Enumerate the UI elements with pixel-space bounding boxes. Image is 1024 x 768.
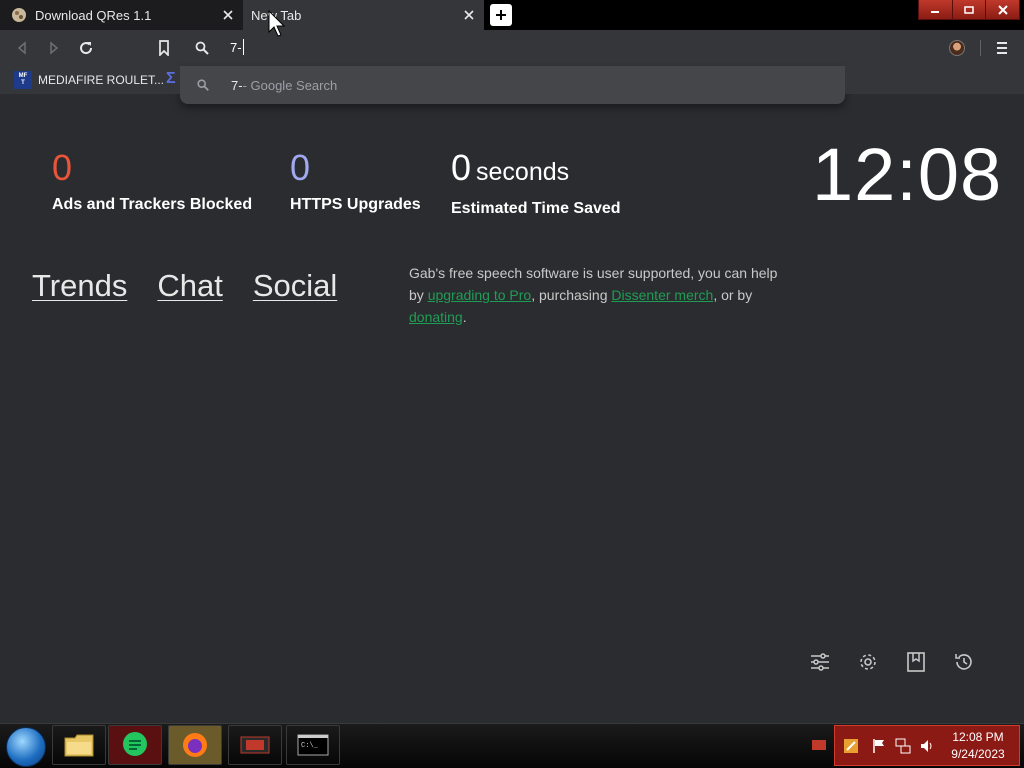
https-label: HTTPS Upgrades [290,196,421,213]
reload-button[interactable] [76,38,96,58]
settings-button[interactable] [856,650,880,674]
mediafire-favicon-icon: MF T [14,71,32,89]
tab-download-qres[interactable]: Download QRes 1.1 [0,0,243,30]
sigma-bookmark-icon[interactable]: Σ [166,70,176,88]
taskbar-clock[interactable]: 12:08 PM 9/24/2023 [935,729,1021,763]
https-count: 0 [290,147,311,188]
new-tab-button[interactable] [490,4,512,26]
search-icon [196,77,212,93]
terminal-icon: C:\_ [297,734,329,756]
suggestion-query: 7- [231,77,243,93]
svg-text:C:\_: C:\_ [301,742,319,750]
taskbar-command-prompt[interactable]: C:\_ [286,725,340,765]
customize-button[interactable] [808,650,832,674]
forward-arrow-icon [50,41,59,55]
minimize-button[interactable] [919,0,953,19]
firefox-icon [183,733,207,757]
taskbar-date: 9/24/2023 [951,747,1005,761]
link-chat[interactable]: Chat [157,268,222,304]
bookmark-mediafire-roulette[interactable]: MF T MEDIAFIRE ROULET... [14,71,164,89]
stat-time-saved: 0 seconds Estimated Time Saved [451,148,621,218]
bookmark-icon [159,40,169,56]
omnibox-suggestions: 7- - Google Search [180,66,845,104]
bookmark-button[interactable] [154,38,174,58]
time-unit: seconds [476,158,570,186]
close-tab-icon[interactable] [219,6,237,24]
mouse-cursor-icon [268,10,286,37]
suggestion-suffix: - Google Search [242,77,338,93]
chat-bubble-icon [123,732,147,756]
gab-links: Trends Chat Social [32,268,337,304]
video-card-icon [240,736,270,754]
plus-icon [496,10,506,20]
sliders-icon [811,653,829,671]
upgrade-pro-link[interactable]: upgrading to Pro [428,287,532,303]
app-tray-icon[interactable] [843,738,859,754]
dissenter-merch-link[interactable]: Dissenter merch [611,287,713,303]
gear-icon [860,654,876,670]
globe-favicon-icon [11,7,27,23]
stat-https-upgrades: 0 HTTPS Upgrades [290,148,421,214]
close-tab-icon[interactable] [460,6,478,24]
maximize-button[interactable] [953,0,987,19]
system-tray: 12:08 PM 9/24/2023 [834,725,1020,766]
tab-title: Download QRes 1.1 [35,7,152,23]
bookmarks-book-icon [907,652,925,672]
flag-icon[interactable] [871,738,887,754]
close-window-button[interactable] [986,0,1019,19]
reload-icon [80,42,93,55]
taskbar-file-explorer[interactable] [52,725,106,765]
folder-icon [64,734,94,757]
address-input[interactable]: 7- [230,39,244,55]
search-icon [194,40,210,56]
history-button[interactable] [952,650,976,674]
window-controls [918,0,1020,20]
gab-support-text: Gab's free speech software is user suppo… [409,265,778,325]
network-icon[interactable] [895,738,911,754]
start-button[interactable] [6,727,46,767]
bookmarks-button[interactable] [904,650,928,674]
forward-button[interactable] [44,38,64,58]
taskbar-firefox[interactable] [168,725,222,765]
bookmarks-bar-right [845,66,1024,94]
link-social[interactable]: Social [253,268,337,304]
menu-button[interactable] [994,40,1010,56]
back-arrow-icon [17,41,26,55]
stat-ads-blocked: 0 Ads and Trackers Blocked [52,148,252,214]
history-clock-icon [955,654,972,670]
toolbar-divider [980,40,981,56]
taskbar-time: 12:08 PM [952,730,1004,744]
ads-count: 0 [52,147,73,188]
suggestion-google-search[interactable]: 7- - Google Search [180,66,845,104]
link-trends[interactable]: Trends [32,268,127,304]
clock: 12:08 [812,133,1003,216]
profile-avatar[interactable] [949,40,965,56]
ads-label: Ads and Trackers Blocked [52,196,253,213]
taskbar-notes-app[interactable] [108,725,162,765]
bookmark-label: MEDIAFIRE ROULET... [38,73,165,87]
time-count: 0 [451,147,472,188]
donating-link[interactable]: donating [409,309,463,325]
volume-icon[interactable] [919,738,935,754]
time-label: Estimated Time Saved [451,200,621,217]
back-button[interactable] [12,38,32,58]
show-hidden-icons-button[interactable] [812,740,826,750]
taskbar-video-app[interactable] [228,725,282,765]
